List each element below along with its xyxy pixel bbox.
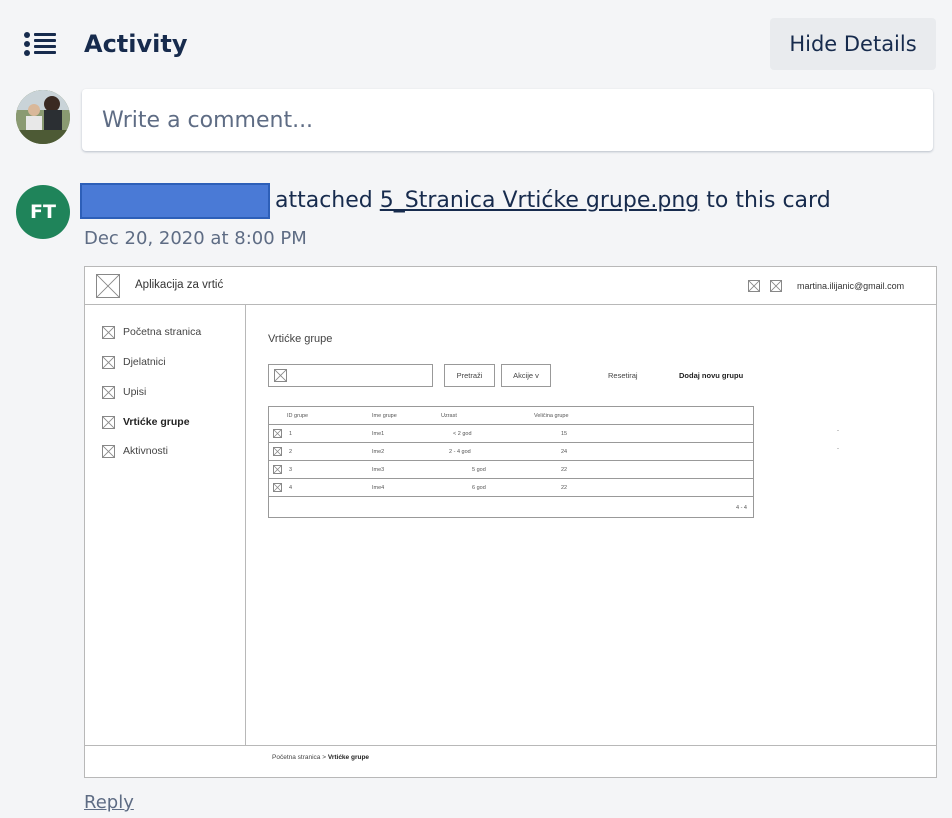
table-cell: 15 [561,431,568,437]
activity-action: attached [275,188,373,213]
table-cell: 22 [561,467,568,473]
row-checkbox-icon [273,429,282,438]
activity-description: attached 5_Stranica Vrtićke grupe.png to… [275,188,831,213]
notification-placeholder-icon [748,280,760,292]
table-row: 3 Ime3 5 god 22 [269,461,753,479]
reply-link[interactable]: Reply [84,792,134,813]
activity-title: Activity [84,30,188,58]
table-cell: Ime1 [372,431,385,437]
member-avatar[interactable]: FT [16,185,70,239]
sidebar-placeholder-icon [102,386,115,399]
row-checkbox-icon [273,483,282,492]
logo-placeholder-icon [96,274,120,298]
activity-action-suffix: to this card [706,188,831,213]
sidebar-placeholder-icon [102,445,115,458]
table-cell: 1 [289,431,293,437]
table-header: Ime grupe [372,413,397,419]
preview-breadcrumb: Početna stranica > Vrtićke grupe [272,754,369,761]
attachment-preview[interactable]: Aplikacija za vrtić martina.ilijanic@gma… [84,266,937,778]
table-cell: 2 [289,449,293,455]
attachment-link[interactable]: 5_Stranica Vrtićke grupe.png [380,188,699,213]
activity-list-icon [24,30,60,58]
table-header: ID grupe [287,413,309,419]
comment-input[interactable]: Write a comment... [82,89,933,151]
activity-header: Activity Hide Details [0,10,952,80]
row-checkbox-icon [273,447,282,456]
table-cell: 6 god [472,485,486,491]
preview-section-title: Vrtićke grupe [268,333,333,345]
hide-details-button[interactable]: Hide Details [770,18,936,70]
table-cell: 22 [561,485,568,491]
table-cell: 24 [561,449,568,455]
preview-sidebar-item-staff: Djelatnici [123,356,166,368]
table-cell: Ime2 [372,449,385,455]
preview-topbar: Aplikacija za vrtić martina.ilijanic@gma… [85,267,936,305]
preview-sidebar-item-groups: Vrtićke grupe [123,416,190,428]
preview-groups-table: ID grupe Ime grupe Uzrast Veličina grupe… [268,406,754,518]
table-cell: Ime3 [372,467,385,473]
row-checkbox-icon [273,465,282,474]
sidebar-placeholder-icon [102,326,115,339]
activity-date[interactable]: Dec 20, 2020 at 8:00 PM [84,228,307,249]
user-placeholder-icon [770,280,782,292]
preview-app-name: Aplikacija za vrtić [135,279,224,291]
preview-sidebar-item-home: Početna stranica [123,326,202,338]
table-header-row: ID grupe Ime grupe Uzrast Veličina grupe [269,407,753,425]
table-cell: Ime4 [372,485,385,491]
preview-reset-link: Resetiraj [608,371,638,380]
table-dash: - [837,446,839,452]
sidebar-placeholder-icon [102,416,115,429]
table-cell: 4 [289,485,293,491]
preview-search-input [268,364,433,387]
current-user-avatar[interactable] [16,90,70,144]
table-row: 4 Ime4 6 god 22 [269,479,753,497]
preview-add-group-link: Dodaj novu grupu [679,371,744,380]
breadcrumb-current: Vrtićke grupe [327,754,370,761]
table-cell: 2 - 4 god [449,449,471,455]
preview-actions-button: Akcije v [501,364,551,387]
preview-sidebar-divider [245,305,246,745]
table-cell: 5 god [472,467,486,473]
redacted-member-name [80,183,270,219]
breadcrumb-home: Početna stranica [272,754,321,761]
sidebar-placeholder-icon [102,356,115,369]
preview-search-button: Pretraži [444,364,495,387]
table-header: Veličina grupe [534,413,569,419]
preview-sidebar-item-enrollments: Upisi [123,386,147,398]
search-placeholder-icon [274,369,287,382]
table-pager: 4 - 4 [735,505,747,511]
table-header: Uzrast [441,413,457,419]
table-row: 1 Ime1 < 2 god 15 [269,425,753,443]
preview-footer-divider [85,745,936,746]
preview-sidebar-item-activities: Aktivnosti [123,445,168,457]
table-cell: < 2 god [453,431,472,437]
breadcrumb-separator: > [322,754,327,761]
table-dash: - [837,428,839,434]
table-cell: 3 [289,467,293,473]
table-row: 2 Ime2 2 - 4 god 24 [269,443,753,461]
preview-user-email: martina.ilijanic@gmail.com [797,281,905,291]
